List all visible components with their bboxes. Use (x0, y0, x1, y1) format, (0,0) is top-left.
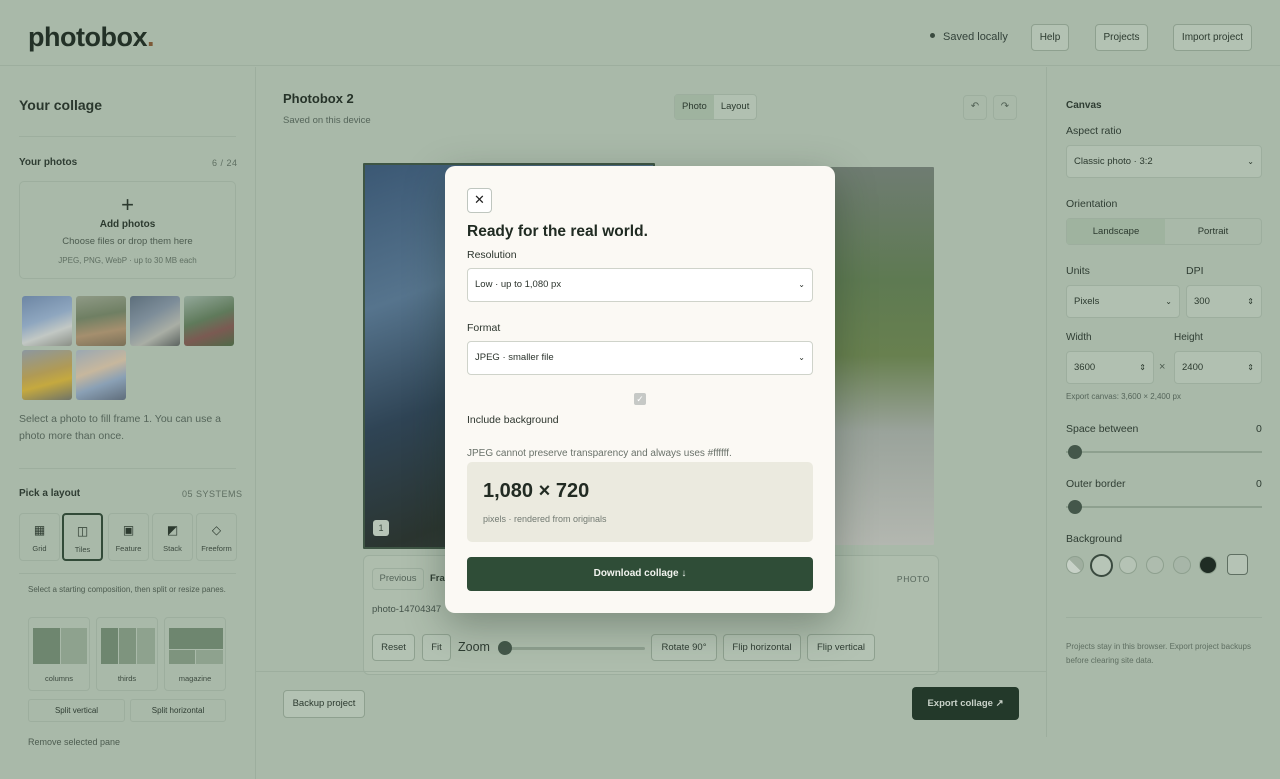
close-icon: ✕ (474, 192, 485, 207)
download-collage-button[interactable]: Download collage ↓ (467, 557, 813, 591)
include-background-label: Include background (467, 414, 559, 426)
format-select[interactable]: JPEG · smaller file ⌄ (467, 341, 813, 375)
chevron-down-icon: ⌄ (798, 280, 805, 289)
format-note: JPEG cannot preserve transparency and al… (467, 448, 732, 459)
output-size-card: 1,080 × 720 pixels · rendered from origi… (467, 462, 813, 542)
output-size-value: 1,080 × 720 (483, 480, 590, 502)
export-modal: ✕ Ready for the real world. Resolution L… (445, 166, 835, 613)
format-label: Format (467, 322, 501, 334)
close-button[interactable]: ✕ (467, 188, 492, 213)
check-icon: ✓ (636, 394, 644, 404)
resolution-select[interactable]: Low · up to 1,080 px ⌄ (467, 268, 813, 302)
chevron-down-icon: ⌄ (798, 353, 805, 362)
include-background-checkbox[interactable]: ✓ (634, 393, 646, 405)
output-size-sub: pixels · rendered from originals (483, 514, 607, 524)
resolution-label: Resolution (467, 249, 517, 261)
modal-title: Ready for the real world. (467, 223, 648, 240)
